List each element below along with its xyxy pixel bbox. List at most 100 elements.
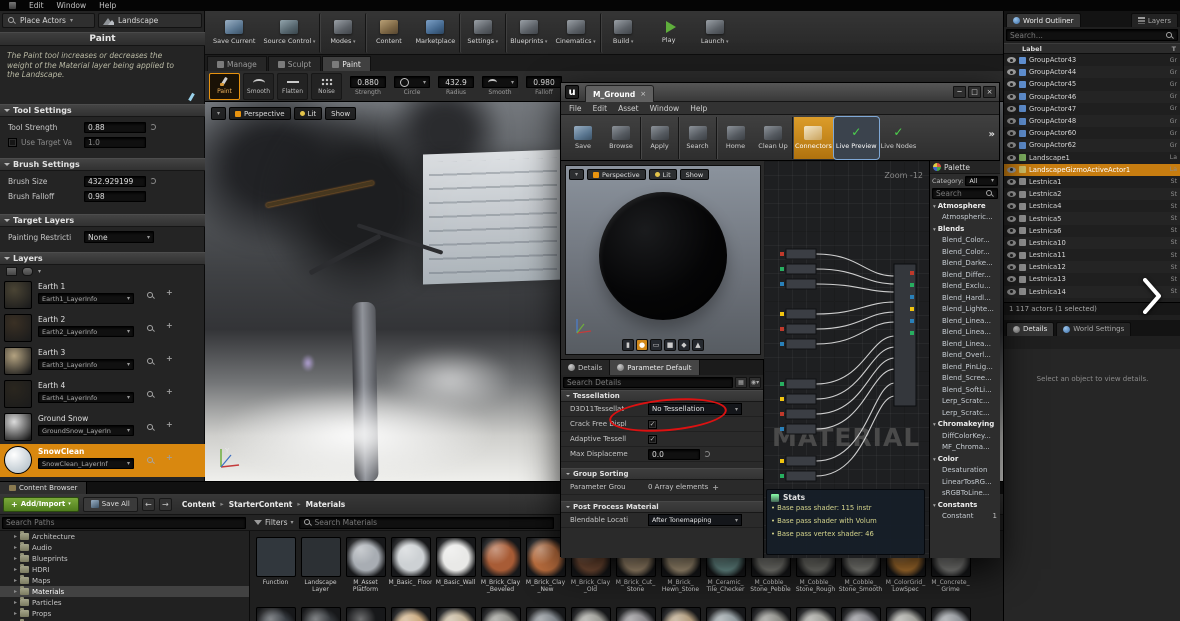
menubar-item[interactable]: Help	[99, 1, 116, 10]
Earth 2[interactable]: Earth 2 Earth2_LayerInfo▾ +	[0, 312, 205, 345]
add-element-icon[interactable]: +	[712, 483, 719, 492]
outliner-row[interactable]: Lestnica2 St	[1004, 188, 1180, 200]
folder-tree-item[interactable]: Blueprints	[0, 553, 249, 564]
section-group-sorting[interactable]: Group Sorting	[561, 468, 763, 480]
landscape-field-input[interactable]: 0.980	[526, 76, 562, 88]
palette-item[interactable]: Constant 1	[930, 511, 1000, 523]
tab-world-outliner[interactable]: World Outliner	[1006, 13, 1081, 27]
material-menu-item[interactable]: File	[569, 104, 582, 113]
asset-tile[interactable]	[523, 607, 568, 621]
palette-item[interactable]: Blend_Color...	[930, 246, 1000, 258]
layer-visibility-icon[interactable]	[22, 267, 33, 276]
outliner-row[interactable]: GroupActor44 Gr	[1004, 66, 1180, 78]
content-browser-tab[interactable]: Content Browser	[0, 482, 87, 494]
visibility-eye-icon[interactable]	[1007, 69, 1016, 75]
folder-tree-item[interactable]: Maps	[0, 575, 249, 586]
visibility-eye-icon[interactable]	[1007, 130, 1016, 136]
material-node-graph[interactable]: Zoom -12 MATERIAL	[764, 161, 929, 558]
palette-item[interactable]: Color	[930, 453, 1000, 465]
maximize-button[interactable]: □	[968, 86, 981, 98]
asset-tile[interactable]	[613, 607, 658, 621]
outliner-row[interactable]: GroupActor43 Gr	[1004, 54, 1180, 66]
layer-add-icon[interactable]: +	[166, 354, 173, 363]
asset-tile[interactable]: M_Basic_ Floor	[388, 537, 433, 607]
minimize-button[interactable]: ─	[953, 86, 966, 98]
use-target-input[interactable]: 1.0	[84, 137, 146, 148]
layer-add-icon[interactable]: +	[166, 420, 173, 429]
asset-tile[interactable]	[253, 607, 298, 621]
forward-arrow-button[interactable]: →	[159, 498, 172, 511]
Earth 3[interactable]: Earth 3 Earth3_LayerInfo▾ +	[0, 345, 205, 378]
mode-selector-dropdown[interactable]: Landscape	[98, 13, 202, 28]
max-displacement-input[interactable]: 0.0	[648, 449, 700, 460]
layer-info-dropdown[interactable]: SnowClean_LayerInf▾	[38, 458, 134, 469]
menubar-item[interactable]: Edit	[29, 1, 44, 10]
teapot-shape-icon[interactable]: ◆	[678, 339, 690, 351]
asset-tile[interactable]	[793, 607, 838, 621]
preview-perspective-button[interactable]: Perspective	[587, 169, 646, 180]
material-toolbar-button[interactable]: Browse	[602, 117, 640, 159]
visibility-eye-icon[interactable]	[1007, 203, 1016, 209]
visibility-eye-icon[interactable]	[1007, 289, 1016, 295]
visibility-eye-icon[interactable]	[1007, 118, 1016, 124]
asset-tile[interactable]	[748, 607, 793, 621]
landscape-tab[interactable]: Manage	[207, 56, 267, 71]
toolbar-overflow-chevron[interactable]: »	[989, 129, 995, 140]
palette-item[interactable]: Constants	[930, 499, 1000, 511]
palette-item[interactable]: Lerp_Scratc...	[930, 407, 1000, 419]
asset-tile[interactable]: M_Basic_Wall	[433, 537, 478, 607]
material-menu-item[interactable]: Asset	[618, 104, 639, 113]
palette-item[interactable]: Blend_Linea...	[930, 327, 1000, 339]
outliner-row[interactable]: Lestnica1 St	[1004, 176, 1180, 188]
layer-info-dropdown[interactable]: Earth1_LayerInfo▾	[38, 293, 134, 304]
landscape-tool-button[interactable]: Paint	[209, 73, 240, 100]
palette-item[interactable]: Blend_Color...	[930, 235, 1000, 247]
asset-tile[interactable]	[928, 607, 973, 621]
material-toolbar-button[interactable]: Search	[678, 117, 716, 159]
outliner-row[interactable]: Lestnica10 St	[1004, 237, 1180, 249]
chevron-right-icon[interactable]	[1142, 277, 1164, 315]
viewport-lit-button[interactable]: Lit	[294, 107, 323, 120]
Earth 4[interactable]: Earth 4 Earth4_LayerInfo▾ +	[0, 378, 205, 411]
outliner-row[interactable]: Lestnica6 St	[1004, 225, 1180, 237]
layer-find-icon[interactable]	[146, 291, 155, 300]
landscape-tool-button[interactable]: Flatten	[277, 73, 308, 100]
material-editor-titlebar[interactable]: M_Ground× ─ □ ×	[561, 83, 999, 102]
asset-tile[interactable]: M_Brick_Clay _Beveled	[478, 537, 523, 607]
asset-tile[interactable]	[433, 607, 478, 621]
Ground Snow[interactable]: Ground Snow GroundSnow_LayerIn▾ +	[0, 411, 205, 444]
reset-icon[interactable]	[150, 178, 156, 184]
material-preview-viewport[interactable]: ▾ Perspective Lit Show ▮ ● ▭ ■ ◆ ▲	[565, 165, 761, 355]
material-toolbar-button[interactable]: Live Preview	[834, 117, 879, 159]
visibility-eye-icon[interactable]	[1007, 191, 1016, 197]
palette-item[interactable]: Blend_Linea...	[930, 315, 1000, 327]
back-arrow-button[interactable]: ←	[142, 498, 155, 511]
layer-find-icon[interactable]	[146, 357, 155, 366]
layer-info-dropdown[interactable]: GroundSnow_LayerIn▾	[38, 425, 134, 436]
outliner-column-header[interactable]: Label T	[1004, 43, 1180, 54]
material-toolbar-button[interactable]: Apply	[640, 117, 678, 159]
visibility-eye-icon[interactable]	[1007, 155, 1016, 161]
section-target-layers[interactable]: Target Layers	[0, 214, 205, 227]
preview-lit-button[interactable]: Lit	[649, 169, 677, 180]
sphere-shape-icon[interactable]: ●	[636, 339, 648, 351]
asset-tile[interactable]	[343, 607, 388, 621]
outliner-search-input[interactable]: Search...	[1006, 29, 1178, 41]
palette-item[interactable]: MF_Chroma...	[930, 442, 1000, 454]
brush-size-input[interactable]: 432.929199	[84, 176, 146, 187]
brush-falloff-input[interactable]: 0.98	[84, 191, 146, 202]
folder-tree-item[interactable]: Props	[0, 608, 249, 619]
palette-item[interactable]: Chromakeying	[930, 419, 1000, 431]
filter-options-icon[interactable]: ◉▾	[749, 377, 761, 388]
visibility-eye-icon[interactable]	[1007, 142, 1016, 148]
palette-item[interactable]: Atmosphere	[930, 200, 1000, 212]
painting-restriction-dropdown[interactable]: None▾	[84, 231, 154, 243]
section-layers[interactable]: Layers	[0, 252, 205, 265]
toolbar-button[interactable]: Modes	[319, 13, 365, 53]
landscape-field-input[interactable]: 432.9	[438, 76, 474, 88]
folder-tree-item[interactable]: Materials	[0, 586, 249, 597]
visibility-eye-icon[interactable]	[1007, 264, 1016, 270]
mesh-shape-icon[interactable]: ▲	[692, 339, 704, 351]
reset-icon[interactable]	[704, 451, 710, 457]
visibility-eye-icon[interactable]	[1007, 216, 1016, 222]
